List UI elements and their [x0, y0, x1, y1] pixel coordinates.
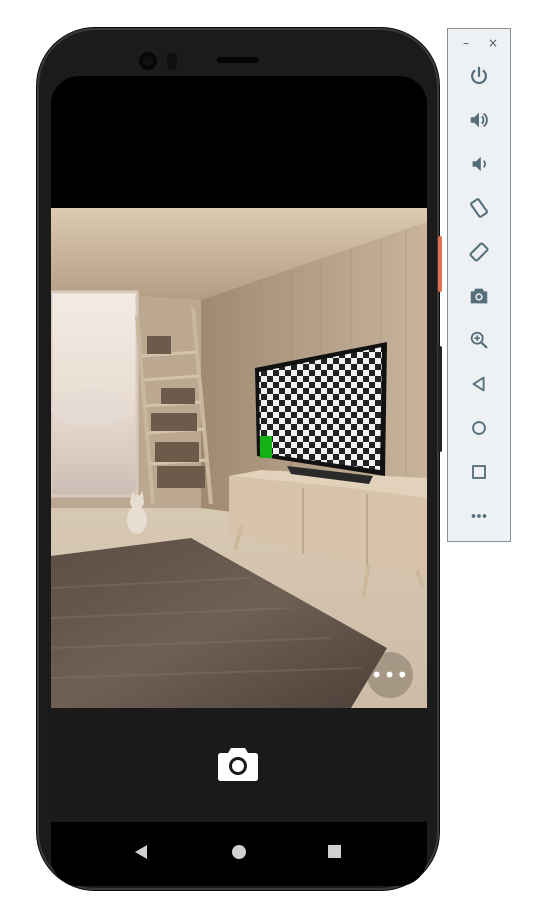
home-button[interactable]	[464, 413, 494, 443]
more-options-button[interactable]: •••	[367, 652, 413, 698]
volume-up-icon	[470, 112, 488, 128]
close-button[interactable]: ×	[485, 35, 501, 51]
overview-icon	[472, 465, 486, 479]
more-button[interactable]	[464, 501, 494, 531]
screenshot-icon	[470, 288, 488, 304]
nav-home-button[interactable]	[225, 838, 253, 866]
earpiece-speaker	[217, 57, 259, 63]
phone-screen: •••	[51, 76, 427, 886]
camera-control-bar	[51, 708, 427, 822]
phone-frame: •••	[37, 28, 442, 890]
camera-icon	[218, 748, 258, 781]
system-navigation-bar	[51, 822, 427, 886]
back-triangle-icon	[135, 845, 147, 859]
back-icon	[472, 376, 485, 392]
phone-volume-key	[438, 346, 442, 452]
emulator-toolbar: – ×	[447, 28, 511, 542]
camera-viewfinder[interactable]: •••	[51, 208, 427, 708]
volume-down-icon	[472, 156, 486, 172]
volume-down-button[interactable]	[464, 149, 494, 179]
minimize-button[interactable]: –	[458, 35, 474, 51]
front-camera	[139, 52, 157, 70]
rotate-right-button[interactable]	[464, 237, 494, 267]
back-button[interactable]	[464, 369, 494, 399]
more-icon	[471, 514, 487, 518]
nav-recents-button[interactable]	[321, 838, 349, 866]
phone-power-key	[438, 236, 442, 292]
virtual-scene-image	[51, 208, 427, 708]
shutter-button[interactable]	[217, 744, 259, 782]
power-icon	[471, 66, 487, 85]
screenshot-button[interactable]	[464, 281, 494, 311]
volume-up-button[interactable]	[464, 105, 494, 135]
proximity-sensor	[167, 52, 177, 70]
rotate-left-button[interactable]	[464, 193, 494, 223]
nav-back-button[interactable]	[127, 838, 155, 866]
overview-button[interactable]	[464, 457, 494, 487]
zoom-button[interactable]	[464, 325, 494, 355]
zoom-icon	[470, 331, 488, 349]
recents-square-icon	[328, 845, 341, 858]
power-button[interactable]	[464, 61, 494, 91]
rotate-right-icon	[469, 242, 489, 262]
home-circle-icon	[232, 845, 246, 859]
home-icon	[472, 421, 486, 435]
rotate-left-icon	[470, 198, 488, 218]
